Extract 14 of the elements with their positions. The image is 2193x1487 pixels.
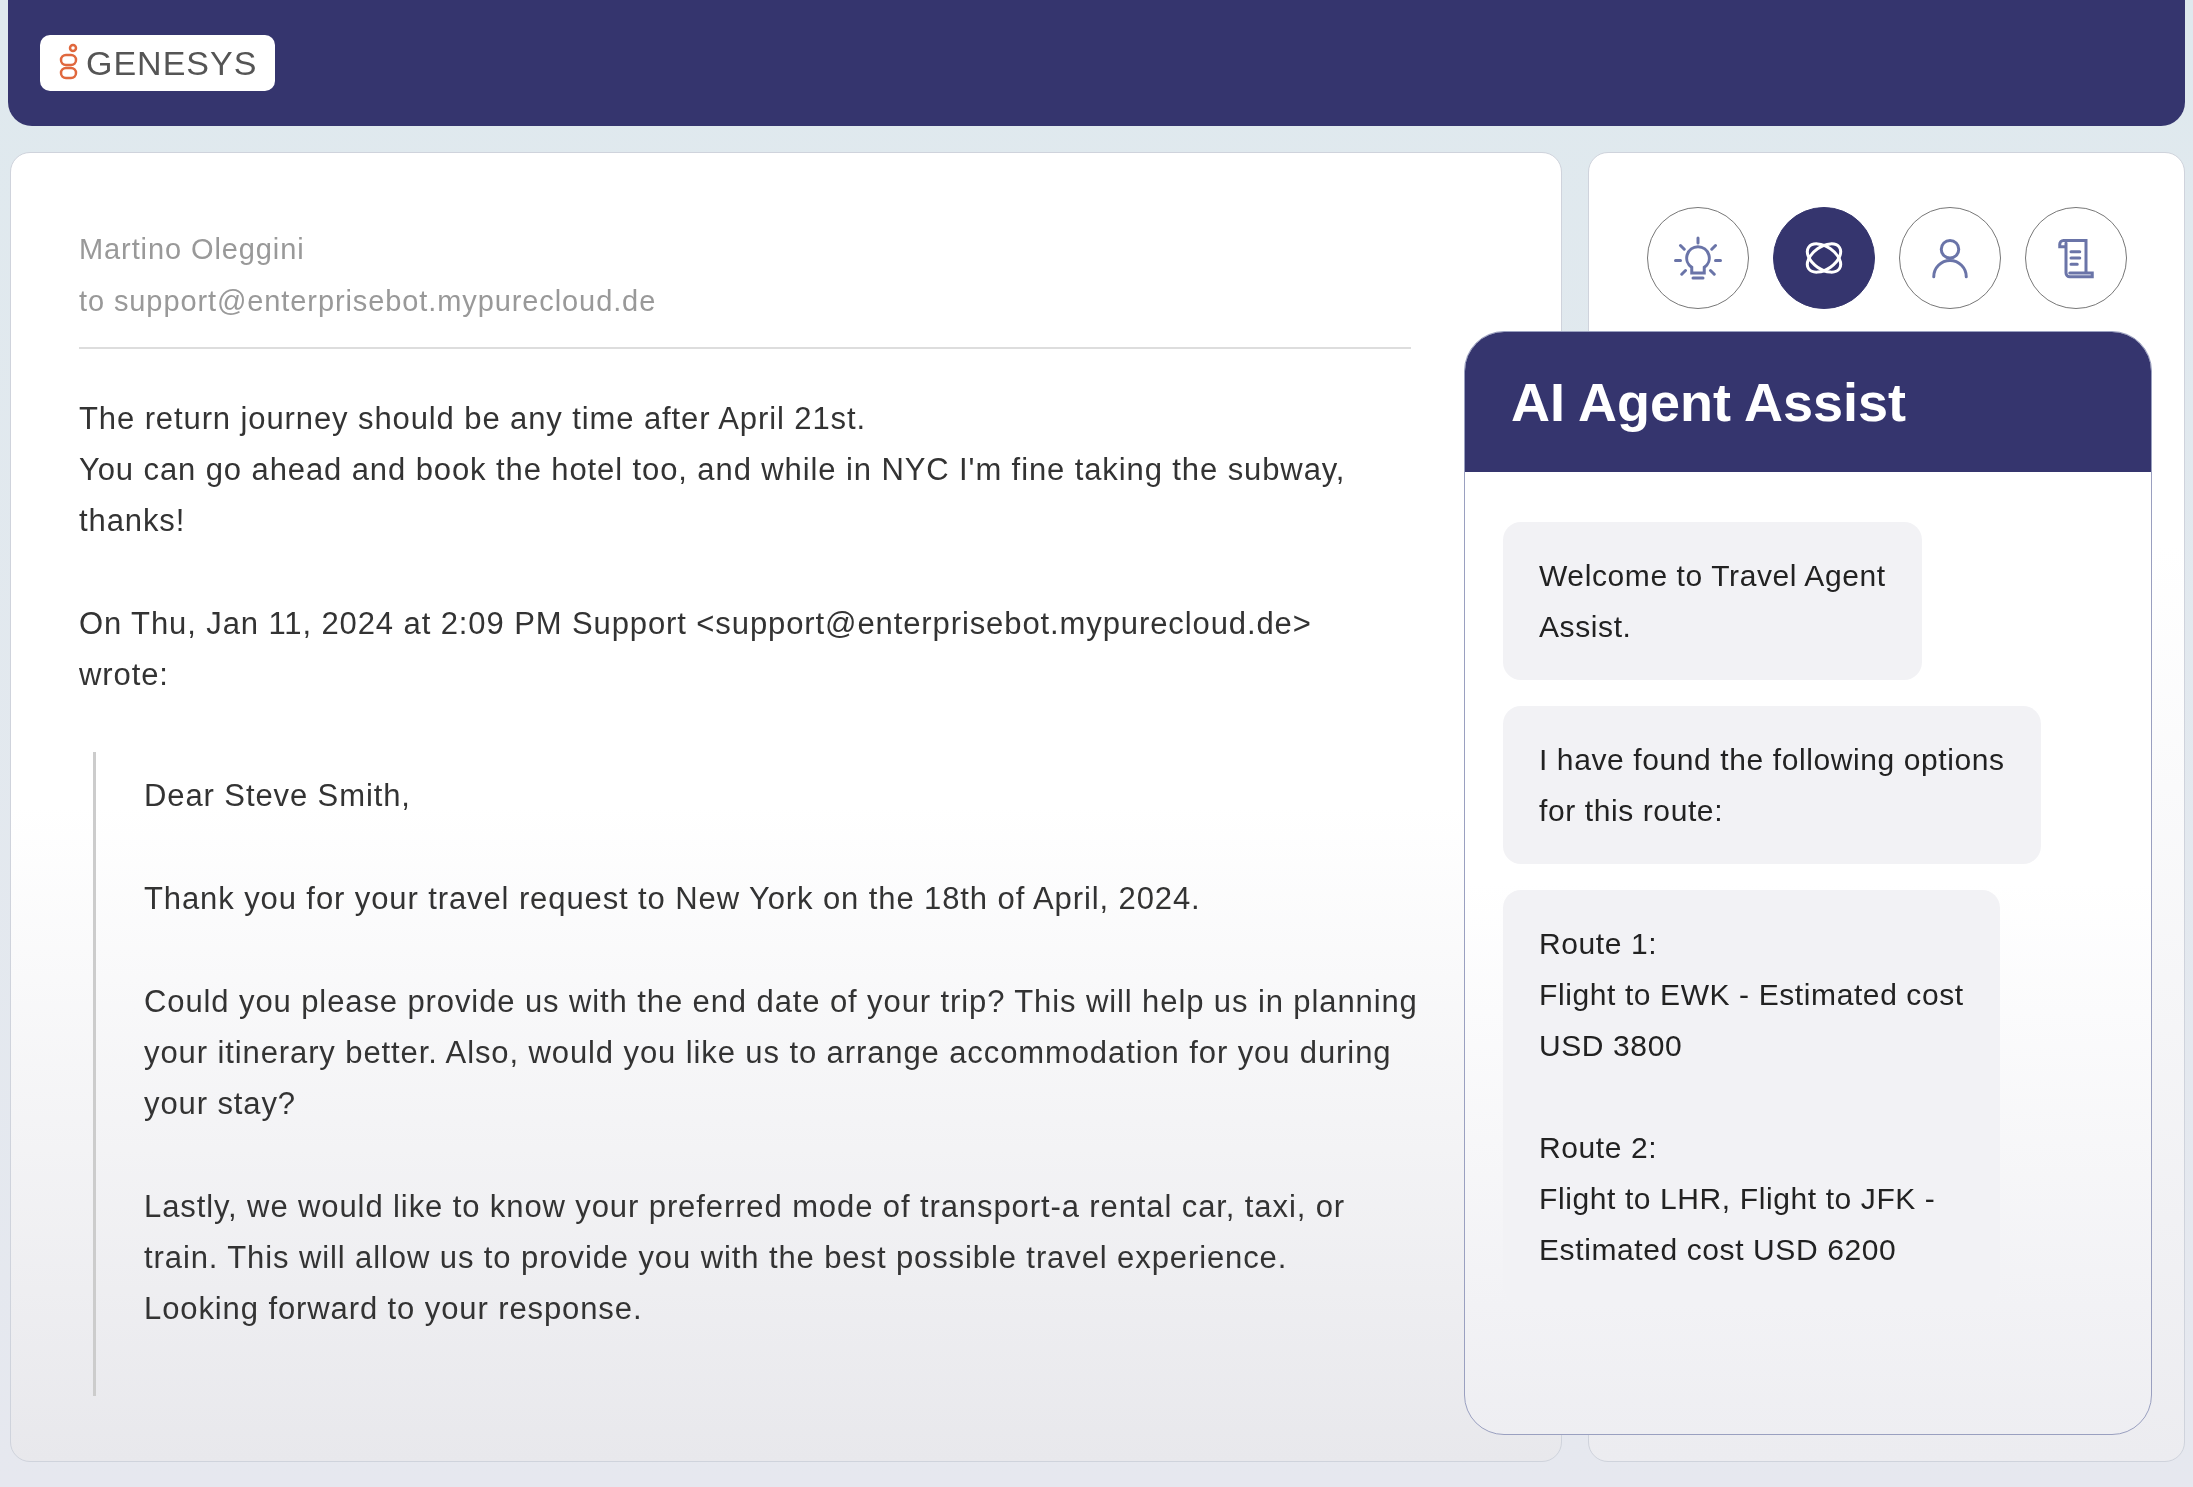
chat-message: Route 1: Flight to EWK - Estimated cost USD 3800	[1539, 926, 1964, 1064]
chat-message: I have found the following options for this route:	[1539, 742, 2005, 829]
email-paragraph: The return journey should be any time after April 21st. You can go ahead and book the hotel too, and while in NYC I'm fine taking the subway, thanks!	[79, 400, 1346, 540]
email-paragraph: On Thu, Jan 11, 2024 at 2:09 PM Support <support@enterprisebot.mypurecloud.de> wrote:	[79, 605, 1312, 694]
email-recipient: to support@enterprisebot.mypurecloud.de	[79, 284, 658, 319]
quoted-paragraph: Lastly, we would like to know your preferred mode of transport-a rental car, taxi, or train. This will allow us to provide you with the best possible travel experience. Looking forward to your response.	[144, 1188, 1346, 1328]
quoted-paragraph: Dear Steve Smith,	[144, 777, 411, 815]
chat-message: Route 2: Flight to LHR, Flight to JFK - Estimated cost USD 6200	[1539, 1130, 1936, 1268]
logo-text: GENESYS	[86, 43, 258, 83]
email-sender: Martino Oleggini	[79, 232, 306, 267]
quoted-paragraph: Thank you for your travel request to New York on the 18th of April, 2024.	[144, 880, 1201, 918]
chat-message: Welcome to Travel Agent Assist.	[1539, 558, 1886, 645]
assist-title: AI Agent Assist	[1511, 371, 1907, 433]
quoted-paragraph: Could you please provide us with the end date of your trip? This will help us in planning your itinerary better. Also, would you like us to arrange accommodation for you during your stay?	[144, 983, 1418, 1123]
